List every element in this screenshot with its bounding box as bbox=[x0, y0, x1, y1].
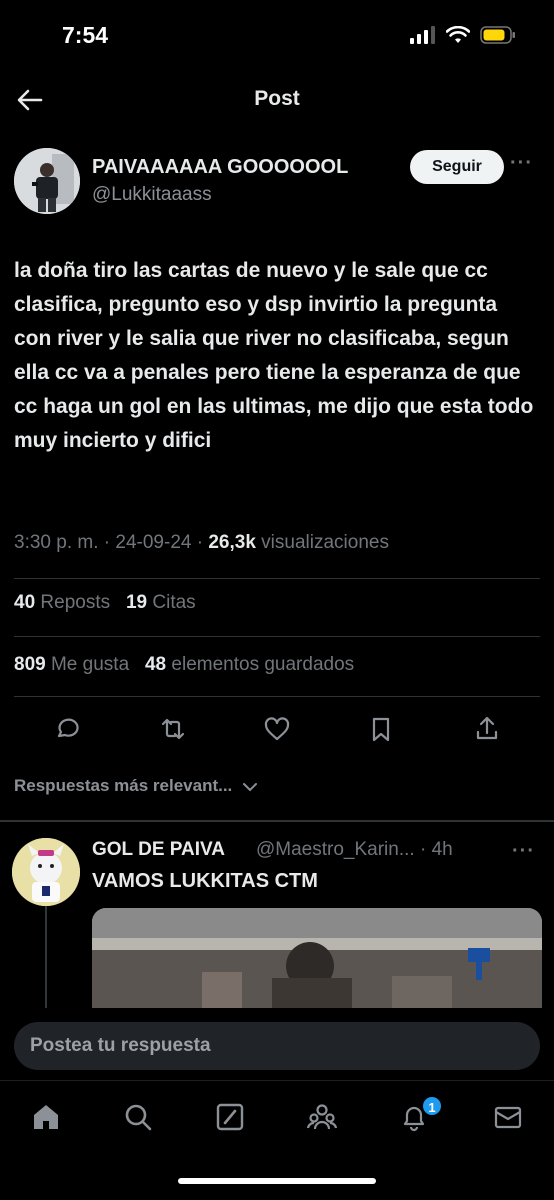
post-time: 3:30 p. m. bbox=[14, 532, 99, 553]
cellular-signal-icon bbox=[410, 26, 435, 44]
home-indicator bbox=[178, 1178, 376, 1184]
reply-handle-time: @Maestro_Karin... · 4h bbox=[256, 839, 488, 861]
bookmarks-label: elementos guardados bbox=[171, 654, 355, 675]
meta-separator: · bbox=[196, 532, 209, 553]
likes-bookmarks-row: 809 Me gusta 48 elementos guardados bbox=[14, 654, 354, 676]
bookmark-icon[interactable] bbox=[366, 714, 396, 744]
author-handle[interactable]: @Lukkitaaass bbox=[92, 184, 212, 206]
reply-text: VAMOS LUKKITAS CTM bbox=[92, 870, 318, 892]
divider bbox=[14, 578, 540, 579]
replies-sort-label: Respuestas más relevant... bbox=[14, 776, 233, 795]
messages-envelope-icon[interactable] bbox=[492, 1101, 524, 1133]
post-date: 24-09-24 bbox=[115, 532, 192, 553]
likes-link[interactable]: 809 Me gusta bbox=[14, 654, 129, 675]
status-bar: 7:54 bbox=[0, 0, 554, 70]
reply-author-name[interactable]: GOL DE PAIVA bbox=[92, 839, 225, 861]
battery-icon bbox=[480, 26, 515, 44]
replies-sort-dropdown[interactable]: Respuestas más relevant... bbox=[14, 776, 259, 796]
reply-media[interactable] bbox=[92, 908, 542, 1010]
share-icon[interactable] bbox=[472, 714, 502, 744]
post-text: la doña tiro las cartas de nuevo y le sa… bbox=[14, 259, 534, 452]
reposts-count: 40 bbox=[14, 592, 36, 613]
reply-more-options-icon[interactable]: ··· bbox=[512, 840, 535, 863]
top-navigation-bar: Post bbox=[0, 70, 554, 130]
quotes-count: 19 bbox=[125, 592, 148, 613]
meta-separator: · bbox=[103, 532, 116, 553]
chevron-down-icon bbox=[243, 782, 258, 791]
likes-count: 809 bbox=[14, 654, 46, 675]
author-name[interactable]: PAIVAAAAAA GOOOOOOL bbox=[92, 156, 348, 179]
views-label: visualizaciones bbox=[261, 532, 389, 553]
status-icons bbox=[410, 26, 516, 44]
reposts-link[interactable]: 40 Reposts bbox=[14, 592, 110, 613]
reposts-quotes-row: 40 Reposts 19 Citas bbox=[14, 592, 196, 614]
section-separator bbox=[0, 820, 554, 822]
views-count: 26,3k bbox=[208, 532, 256, 553]
likes-label: Me gusta bbox=[50, 654, 130, 675]
home-icon[interactable] bbox=[30, 1101, 62, 1133]
notifications-badge: 1 bbox=[421, 1095, 443, 1117]
author-avatar[interactable] bbox=[14, 148, 80, 214]
page-title: Post bbox=[254, 87, 300, 110]
quotes-link[interactable]: 19 Citas bbox=[126, 592, 196, 613]
search-icon[interactable] bbox=[122, 1101, 154, 1133]
reply-author-avatar[interactable] bbox=[12, 838, 80, 906]
reply-avatar-image bbox=[12, 838, 80, 906]
divider bbox=[14, 636, 540, 637]
wifi-icon bbox=[446, 26, 470, 43]
bookmarks-count: 48 bbox=[144, 654, 167, 675]
quotes-label: Citas bbox=[152, 592, 196, 613]
reposts-label: Reposts bbox=[40, 592, 111, 613]
more-options-icon[interactable]: ··· bbox=[510, 152, 533, 175]
communities-icon[interactable] bbox=[306, 1101, 338, 1133]
reply-time: 4h bbox=[431, 839, 453, 860]
reply-icon[interactable] bbox=[52, 714, 82, 744]
like-heart-icon[interactable] bbox=[262, 714, 292, 744]
reply-media-image bbox=[92, 908, 542, 1010]
status-time: 7:54 bbox=[62, 22, 109, 48]
thread-line bbox=[45, 906, 47, 1010]
author-avatar-image bbox=[14, 148, 80, 214]
bookmarks-link[interactable]: 48 elementos guardados bbox=[145, 654, 354, 675]
meta-separator: · bbox=[414, 839, 432, 860]
grok-icon[interactable] bbox=[214, 1101, 246, 1133]
reply-author-handle[interactable]: @Maestro_Karin... bbox=[256, 839, 415, 860]
divider bbox=[14, 696, 540, 697]
repost-icon[interactable] bbox=[158, 714, 188, 744]
follow-button[interactable]: Seguir bbox=[410, 150, 504, 184]
reply-input[interactable]: Postea tu respuesta bbox=[14, 1022, 540, 1070]
post-actions bbox=[0, 706, 554, 750]
post-meta: 3:30 p. m. · 24-09-24 · 26,3k visualizac… bbox=[14, 532, 389, 554]
